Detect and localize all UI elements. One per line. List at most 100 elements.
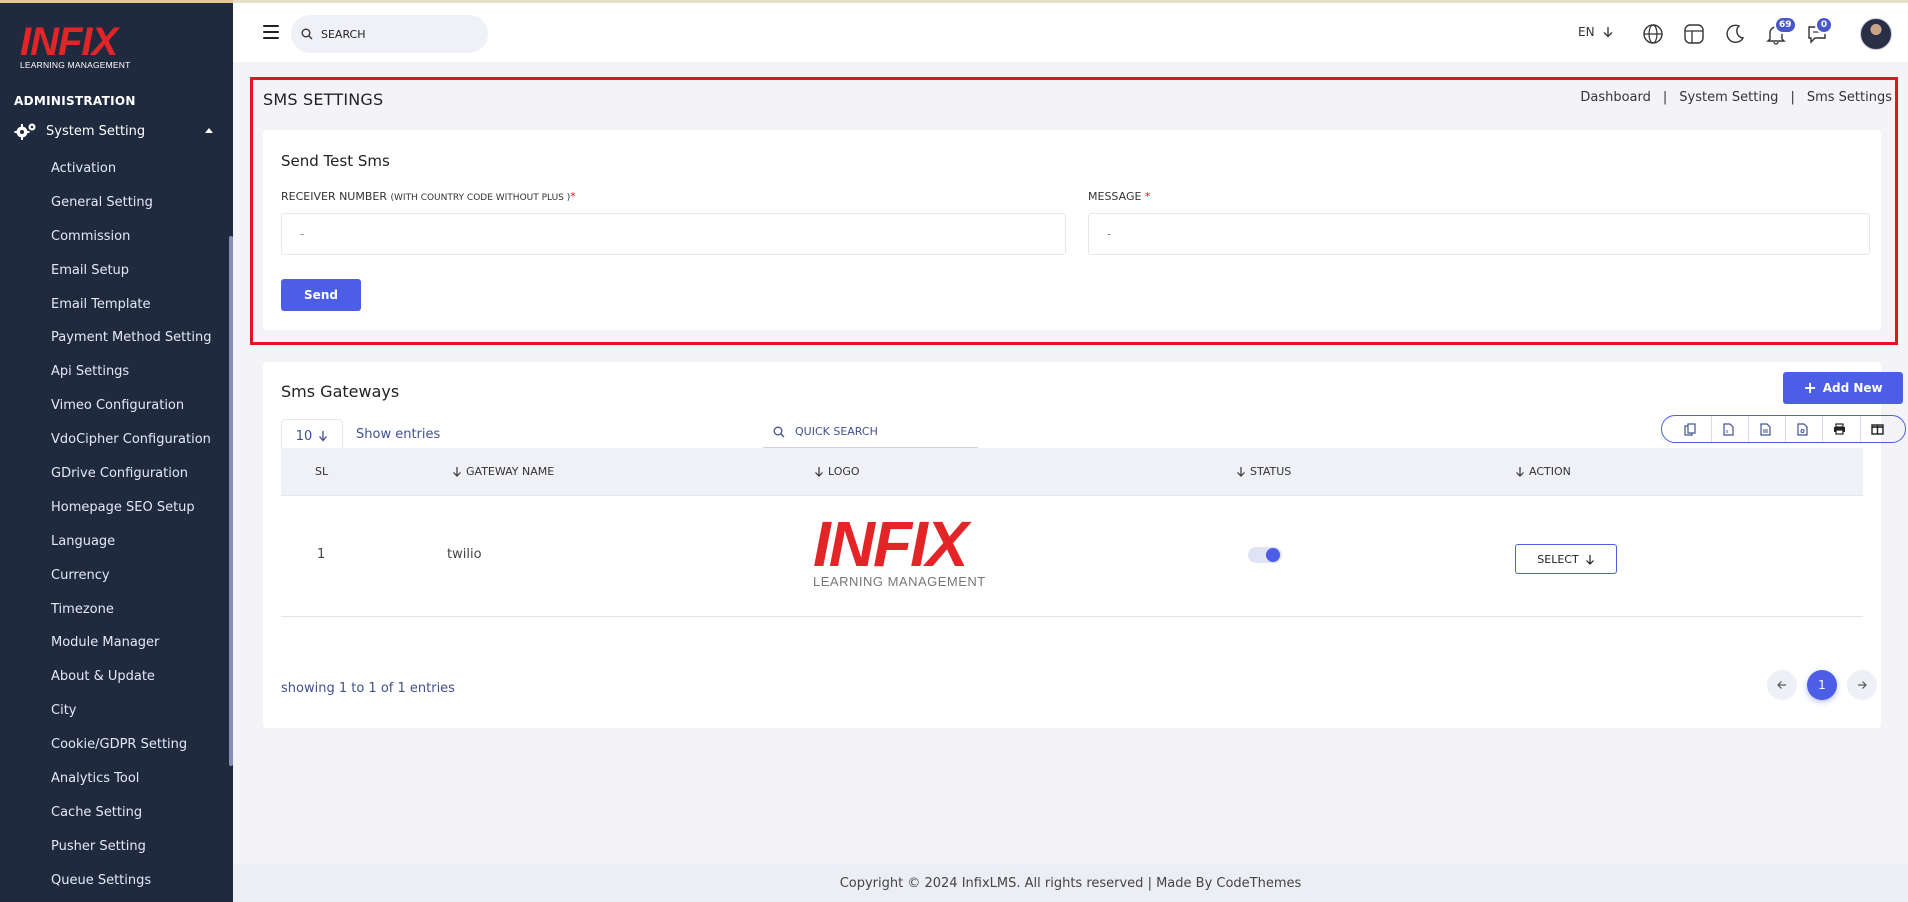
quick-search-box — [763, 416, 978, 448]
sidebar-item-homepage-seo-setup[interactable]: Homepage SEO Setup — [0, 491, 233, 525]
pdf-icon[interactable] — [1785, 416, 1819, 442]
sidebar-item-pusher-setting[interactable]: Pusher Setting — [0, 830, 233, 864]
sidebar-group-label: System Setting — [46, 123, 146, 139]
sidebar-item-timezone[interactable]: Timezone — [0, 593, 233, 627]
arrow-down-icon — [453, 467, 461, 477]
sidebar-section-title: ADMINISTRATION — [14, 94, 136, 108]
cell-gateway-name: twilio — [447, 547, 482, 562]
sidebar-item-language[interactable]: Language — [0, 525, 233, 559]
highlight-frame — [250, 77, 1898, 345]
gears-icon — [14, 123, 36, 140]
language-selector[interactable]: EN — [1578, 25, 1615, 39]
sidebar-item-vdocipher-configuration[interactable]: VdoCipher Configuration — [0, 423, 233, 457]
cell-sl: 1 — [317, 547, 326, 562]
sidebar-item-api-settings[interactable]: Api Settings — [0, 355, 233, 389]
notifications-button[interactable]: 69 — [1765, 16, 1797, 47]
notifications-badge: 69 — [1774, 16, 1797, 34]
sidebar: INFIX LEARNING MANAGEMENT ADMINISTRATION… — [0, 0, 233, 902]
logo-subtitle: LEARNING MANAGEMENT — [20, 60, 131, 70]
prev-page-button[interactable] — [1767, 670, 1797, 700]
print-icon[interactable] — [1822, 416, 1856, 442]
sidebar-item-currency[interactable]: Currency — [0, 559, 233, 593]
sidebar-top-line — [0, 0, 233, 3]
sidebar-item-about-update[interactable]: About & Update — [0, 660, 233, 694]
app-logo[interactable]: INFIX LEARNING MANAGEMENT — [20, 22, 140, 72]
arrow-down-icon — [1237, 467, 1245, 477]
quick-search-input[interactable] — [795, 425, 965, 438]
messages-badge: 0 — [1815, 16, 1833, 34]
sidebar-item-analytics-tool[interactable]: Analytics Tool — [0, 762, 233, 796]
add-new-label: Add New — [1822, 381, 1883, 395]
messages-button[interactable]: 0 — [1806, 16, 1833, 47]
action-select-label: SELECT — [1537, 552, 1579, 566]
logo-brand: INFIX — [20, 20, 118, 64]
column-label: STATUS — [1250, 465, 1292, 478]
copy-icon[interactable] — [1673, 416, 1707, 442]
sidebar-item-payment-method-setting[interactable]: Payment Method Setting — [0, 321, 233, 355]
table-row: 1 twilio INFIX LEARNING MANAGEMENT SELEC… — [281, 496, 1863, 617]
column-header-status[interactable]: STATUS — [1236, 465, 1291, 478]
search-input[interactable] — [321, 27, 471, 41]
globe-icon[interactable] — [1642, 23, 1666, 47]
column-header-sl[interactable]: SL — [315, 465, 328, 478]
dark-mode-icon[interactable] — [1724, 23, 1748, 47]
add-new-button[interactable]: + Add New — [1783, 372, 1903, 404]
table-header: SL GATEWAY NAME LOGO STATUS ACTION — [281, 448, 1863, 496]
sidebar-item-activation[interactable]: Activation — [0, 152, 233, 186]
plus-icon: + — [1803, 378, 1817, 397]
caret-up-icon — [205, 128, 213, 133]
sidebar-item-queue-settings[interactable]: Queue Settings — [0, 864, 233, 898]
pagination: 1 — [1767, 670, 1877, 700]
page-button-current[interactable]: 1 — [1807, 670, 1837, 700]
svg-text:x: x — [1725, 429, 1728, 435]
sidebar-item-general-setting[interactable]: General Setting — [0, 186, 233, 220]
footer: Copyright © 2024 InfixLMS. All rights re… — [233, 864, 1908, 902]
arrow-left-icon — [1777, 681, 1786, 689]
sidebar-item-gdrive-configuration[interactable]: GDrive Configuration — [0, 457, 233, 491]
sidebar-item-email-setup[interactable]: Email Setup — [0, 254, 233, 288]
entries-value: 10 — [295, 428, 313, 444]
footer-copyright: Copyright © 2024 InfixLMS. All rights re… — [839, 875, 1302, 891]
search-icon — [301, 28, 313, 40]
arrow-down-icon — [815, 467, 823, 477]
next-page-button[interactable] — [1847, 670, 1877, 700]
arrow-right-icon — [1858, 681, 1867, 689]
column-label: SL — [315, 465, 329, 478]
sidebar-item-city[interactable]: City — [0, 694, 233, 728]
sms-gateways-card: Sms Gateways + Add New 10 Show entries x… — [263, 362, 1906, 728]
sidebar-menu: Activation General Setting Commission Em… — [0, 152, 233, 898]
export-toolbar: x — [1661, 415, 1906, 443]
topbar: EN 69 0 — [233, 0, 1908, 62]
sidebar-item-cookie-gdpr-setting[interactable]: Cookie/GDPR Setting — [0, 728, 233, 762]
csv-icon[interactable]: x — [1710, 416, 1745, 442]
action-select-button[interactable]: SELECT — [1515, 544, 1617, 574]
sidebar-item-cache-setting[interactable]: Cache Setting — [0, 796, 233, 830]
sidebar-item-vimeo-configuration[interactable]: Vimeo Configuration — [0, 389, 233, 423]
columns-icon[interactable] — [1859, 416, 1894, 442]
avatar[interactable] — [1860, 18, 1892, 50]
column-header-logo[interactable]: LOGO — [814, 465, 860, 478]
sidebar-item-module-manager[interactable]: Module Manager — [0, 626, 233, 660]
status-toggle[interactable] — [1248, 547, 1282, 563]
gateway-logo: INFIX LEARNING MANAGEMENT — [813, 512, 986, 589]
sidebar-group-system-setting[interactable]: System Setting — [14, 120, 219, 142]
sms-gateways-title: Sms Gateways — [281, 382, 400, 401]
sidebar-item-commission[interactable]: Commission — [0, 220, 233, 254]
column-header-gateway-name[interactable]: GATEWAY NAME — [452, 465, 554, 478]
layout-icon[interactable] — [1683, 23, 1707, 47]
arrow-down-icon — [1516, 467, 1524, 477]
excel-icon[interactable] — [1747, 416, 1782, 442]
search-icon — [773, 426, 785, 437]
status-toggle-knob — [1266, 548, 1280, 562]
main-content: SMS SETTINGS Dashboard | System Setting … — [233, 62, 1908, 902]
sidebar-item-email-template[interactable]: Email Template — [0, 288, 233, 322]
arrow-down-icon — [319, 431, 328, 442]
column-header-action[interactable]: ACTION — [1515, 465, 1571, 478]
arrow-down-icon — [1603, 27, 1613, 38]
gateway-logo-brand: INFIX — [813, 508, 969, 580]
column-label: ACTION — [1529, 465, 1571, 478]
menu-toggle-icon[interactable] — [263, 25, 279, 39]
show-entries-label: Show entries — [356, 427, 441, 442]
gateway-logo-subtitle: LEARNING MANAGEMENT — [813, 574, 986, 589]
search-box — [291, 15, 488, 53]
